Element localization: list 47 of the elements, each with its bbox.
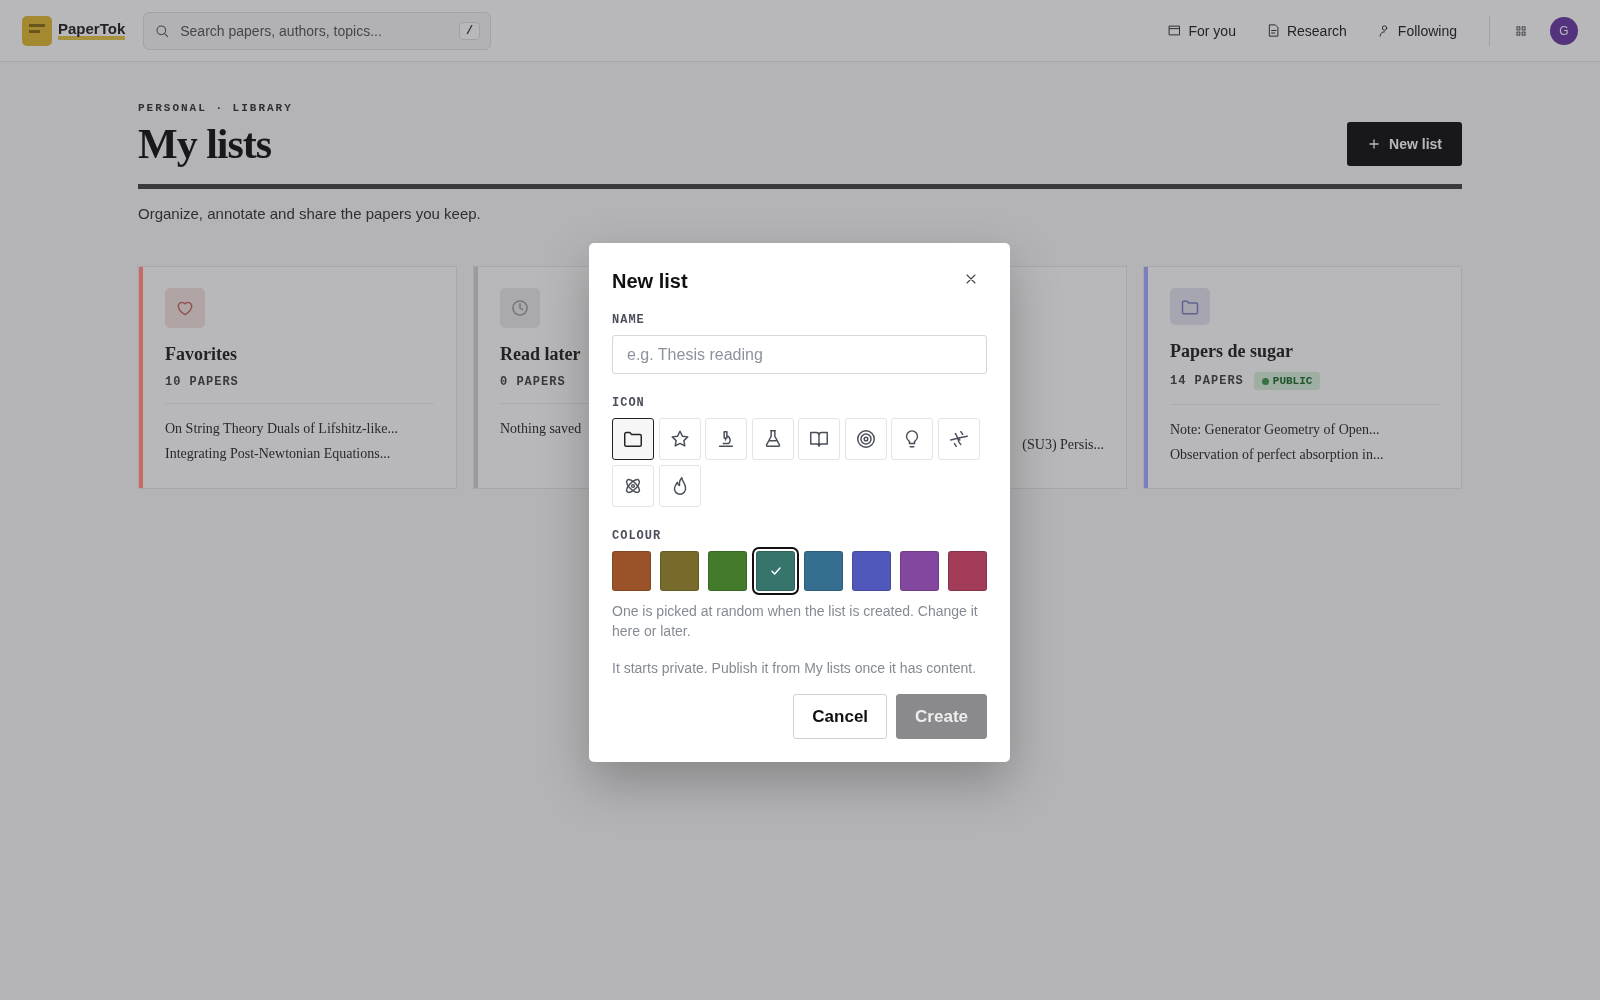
paper-title[interactable]: Observation of perfect absorption in... [1170, 442, 1384, 467]
paper-title[interactable]: On String Theory Duals of Lifshitz-like... [165, 416, 399, 441]
name-input[interactable]: e.g. Thesis reading [612, 335, 987, 374]
colour-swatch[interactable] [708, 551, 747, 591]
dialog-title: New list [612, 270, 688, 293]
user-avatar[interactable]: G [1550, 16, 1578, 45]
paper-count: 0 PAPERS [500, 375, 566, 389]
field-label: COLOUR [612, 529, 663, 543]
cancel-button[interactable]: Cancel [793, 694, 888, 739]
clock-icon [510, 298, 530, 318]
paper-title[interactable]: (SU3) Persis... [1022, 432, 1104, 457]
list-title[interactable]: Papers de sugar [1170, 341, 1293, 362]
paper-title[interactable]: Note: Generator Geometry of Open... [1170, 417, 1380, 442]
search-icon [154, 22, 171, 39]
target-icon [854, 428, 877, 450]
logo-text[interactable]: PaperTok [58, 21, 126, 40]
paper-count: 10 PAPERS [165, 375, 239, 389]
search-field[interactable]: Search papers, authors, topics... [178, 21, 452, 40]
nav-link[interactable]: Research [1257, 16, 1355, 45]
page-title: My lists [138, 120, 272, 168]
grid-icon [1514, 23, 1528, 38]
hint-text: One is picked at random when the list is created. Change it here or later. [612, 602, 979, 641]
paper-count: 14 PAPERS [1170, 374, 1244, 388]
nav-link[interactable]: For you [1159, 16, 1244, 45]
colour-swatch[interactable] [900, 551, 939, 591]
colour-swatch[interactable] [948, 551, 987, 591]
colour-swatch[interactable] [852, 551, 891, 591]
hint-text: It starts private. Publish it from My lists once it has content. [612, 659, 978, 678]
shortcut-key: / [459, 21, 481, 40]
new-list-button[interactable]: New list [1347, 122, 1462, 166]
list-title[interactable]: Read later [500, 344, 581, 365]
search-bar[interactable]: Search papers, authors, topics... / [143, 11, 492, 50]
public-badge: PUBLIC [1253, 372, 1321, 390]
colour-swatch[interactable] [804, 551, 843, 591]
list-title[interactable]: Favorites [165, 344, 237, 365]
breadcrumb: PERSONAL · LIBRARY [138, 102, 294, 114]
nav-link[interactable]: Following [1368, 16, 1465, 45]
field-label: NAME [612, 313, 646, 327]
colour-swatch[interactable] [612, 551, 651, 591]
paper-title[interactable]: Nothing saved [500, 416, 582, 441]
colour-swatch[interactable] [660, 551, 699, 591]
field-label: ICON [612, 396, 646, 410]
icon-option[interactable] [612, 418, 654, 460]
page-subtitle: Organize, annotate and share the papers you keep. [138, 205, 482, 222]
plus-icon [1367, 137, 1382, 151]
paper-title[interactable]: Integrating Post-Newtonian Equations... [165, 441, 391, 466]
logo-icon [22, 15, 52, 46]
